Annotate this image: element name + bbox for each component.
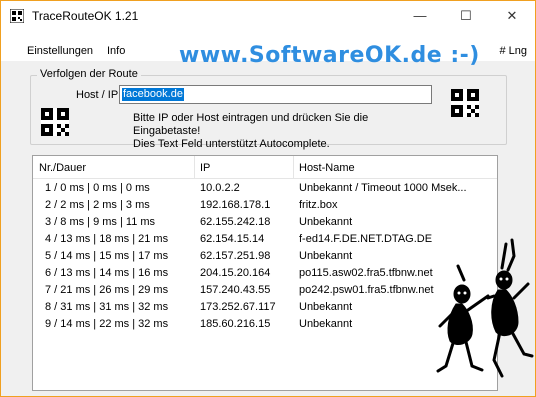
column-divider[interactable] — [194, 156, 195, 178]
column-header-ip[interactable]: IP — [200, 162, 210, 174]
cell-ip: 192.168.178.1 — [200, 199, 271, 211]
language-menu[interactable]: # Lng — [499, 45, 527, 57]
host-input[interactable]: facebook.de — [119, 85, 432, 104]
hint-text: Bitte IP oder Host eintragen und drücken… — [133, 112, 433, 151]
host-input-value: facebook.de — [122, 88, 184, 101]
cell-hostname: Unbekannt / Timeout 1000 Msek... — [299, 182, 467, 194]
cell-ip: 62.154.15.14 — [200, 233, 265, 245]
cell-hostname: fritz.box — [299, 199, 338, 211]
qr-code-icon[interactable] — [451, 89, 479, 117]
minimize-button[interactable]: — — [397, 1, 443, 31]
table-row[interactable]: 1 / 0 ms | 0 ms | 0 ms 10.0.2.2 Unbekann… — [33, 180, 497, 197]
close-button[interactable]: ✕ — [489, 1, 535, 31]
cell-ip: 173.252.67.117 — [200, 301, 276, 313]
menu-info[interactable]: Info — [107, 45, 125, 57]
cell-ip: 62.155.242.18 — [200, 216, 271, 228]
cell-duration: 4 / 13 ms | 18 ms | 21 ms — [45, 233, 169, 245]
window-title: TraceRouteOK 1.21 — [32, 9, 139, 23]
cell-hostname: Unbekannt — [299, 216, 353, 228]
column-divider[interactable] — [293, 156, 294, 178]
hint-line-1: Bitte IP oder Host eintragen und drücken… — [133, 112, 369, 137]
table-row[interactable]: 3 / 8 ms | 9 ms | 11 ms 62.155.242.18 Un… — [33, 214, 497, 231]
route-group-legend: Verfolgen der Route — [37, 68, 141, 80]
cell-duration: 2 / 2 ms | 2 ms | 3 ms — [45, 199, 150, 211]
cell-ip: 10.0.2.2 — [200, 182, 240, 194]
cell-duration: 3 / 8 ms | 9 ms | 11 ms — [45, 216, 156, 228]
list-header: Nr./Dauer IP Host-Name — [33, 156, 497, 179]
hint-line-2: Dies Text Feld unterstützt Autocomplete. — [133, 138, 330, 150]
title-bar[interactable]: TraceRouteOK 1.21 — ☐ ✕ — [1, 1, 535, 31]
cell-duration: 5 / 14 ms | 15 ms | 17 ms — [45, 250, 169, 262]
cell-ip: 204.15.20.164 — [200, 267, 271, 279]
cell-duration: 6 / 13 ms | 14 ms | 16 ms — [45, 267, 169, 279]
qr-code-icon[interactable] — [41, 108, 69, 136]
cell-duration: 9 / 14 ms | 22 ms | 32 ms — [45, 318, 169, 330]
cell-duration: 7 / 21 ms | 26 ms | 29 ms — [45, 284, 169, 296]
column-header-host[interactable]: Host-Name — [299, 162, 355, 174]
cell-ip: 62.157.251.98 — [200, 250, 271, 262]
cell-ip: 157.240.43.55 — [200, 284, 271, 296]
menu-einstellungen[interactable]: Einstellungen — [27, 45, 93, 57]
column-header-nr[interactable]: Nr./Dauer — [39, 162, 86, 174]
maximize-button[interactable]: ☐ — [443, 1, 489, 31]
table-row[interactable]: 2 / 2 ms | 2 ms | 3 ms 192.168.178.1 fri… — [33, 197, 497, 214]
dancing-figures-icon — [436, 238, 534, 378]
cell-duration: 8 / 31 ms | 31 ms | 32 ms — [45, 301, 169, 313]
brand-watermark: www.SoftwareOK.de :-) — [179, 43, 480, 68]
cell-ip: 185.60.216.15 — [200, 318, 271, 330]
host-label: Host / IP : — [76, 89, 125, 101]
cell-duration: 1 / 0 ms | 0 ms | 0 ms — [45, 182, 150, 194]
app-icon — [10, 9, 24, 23]
